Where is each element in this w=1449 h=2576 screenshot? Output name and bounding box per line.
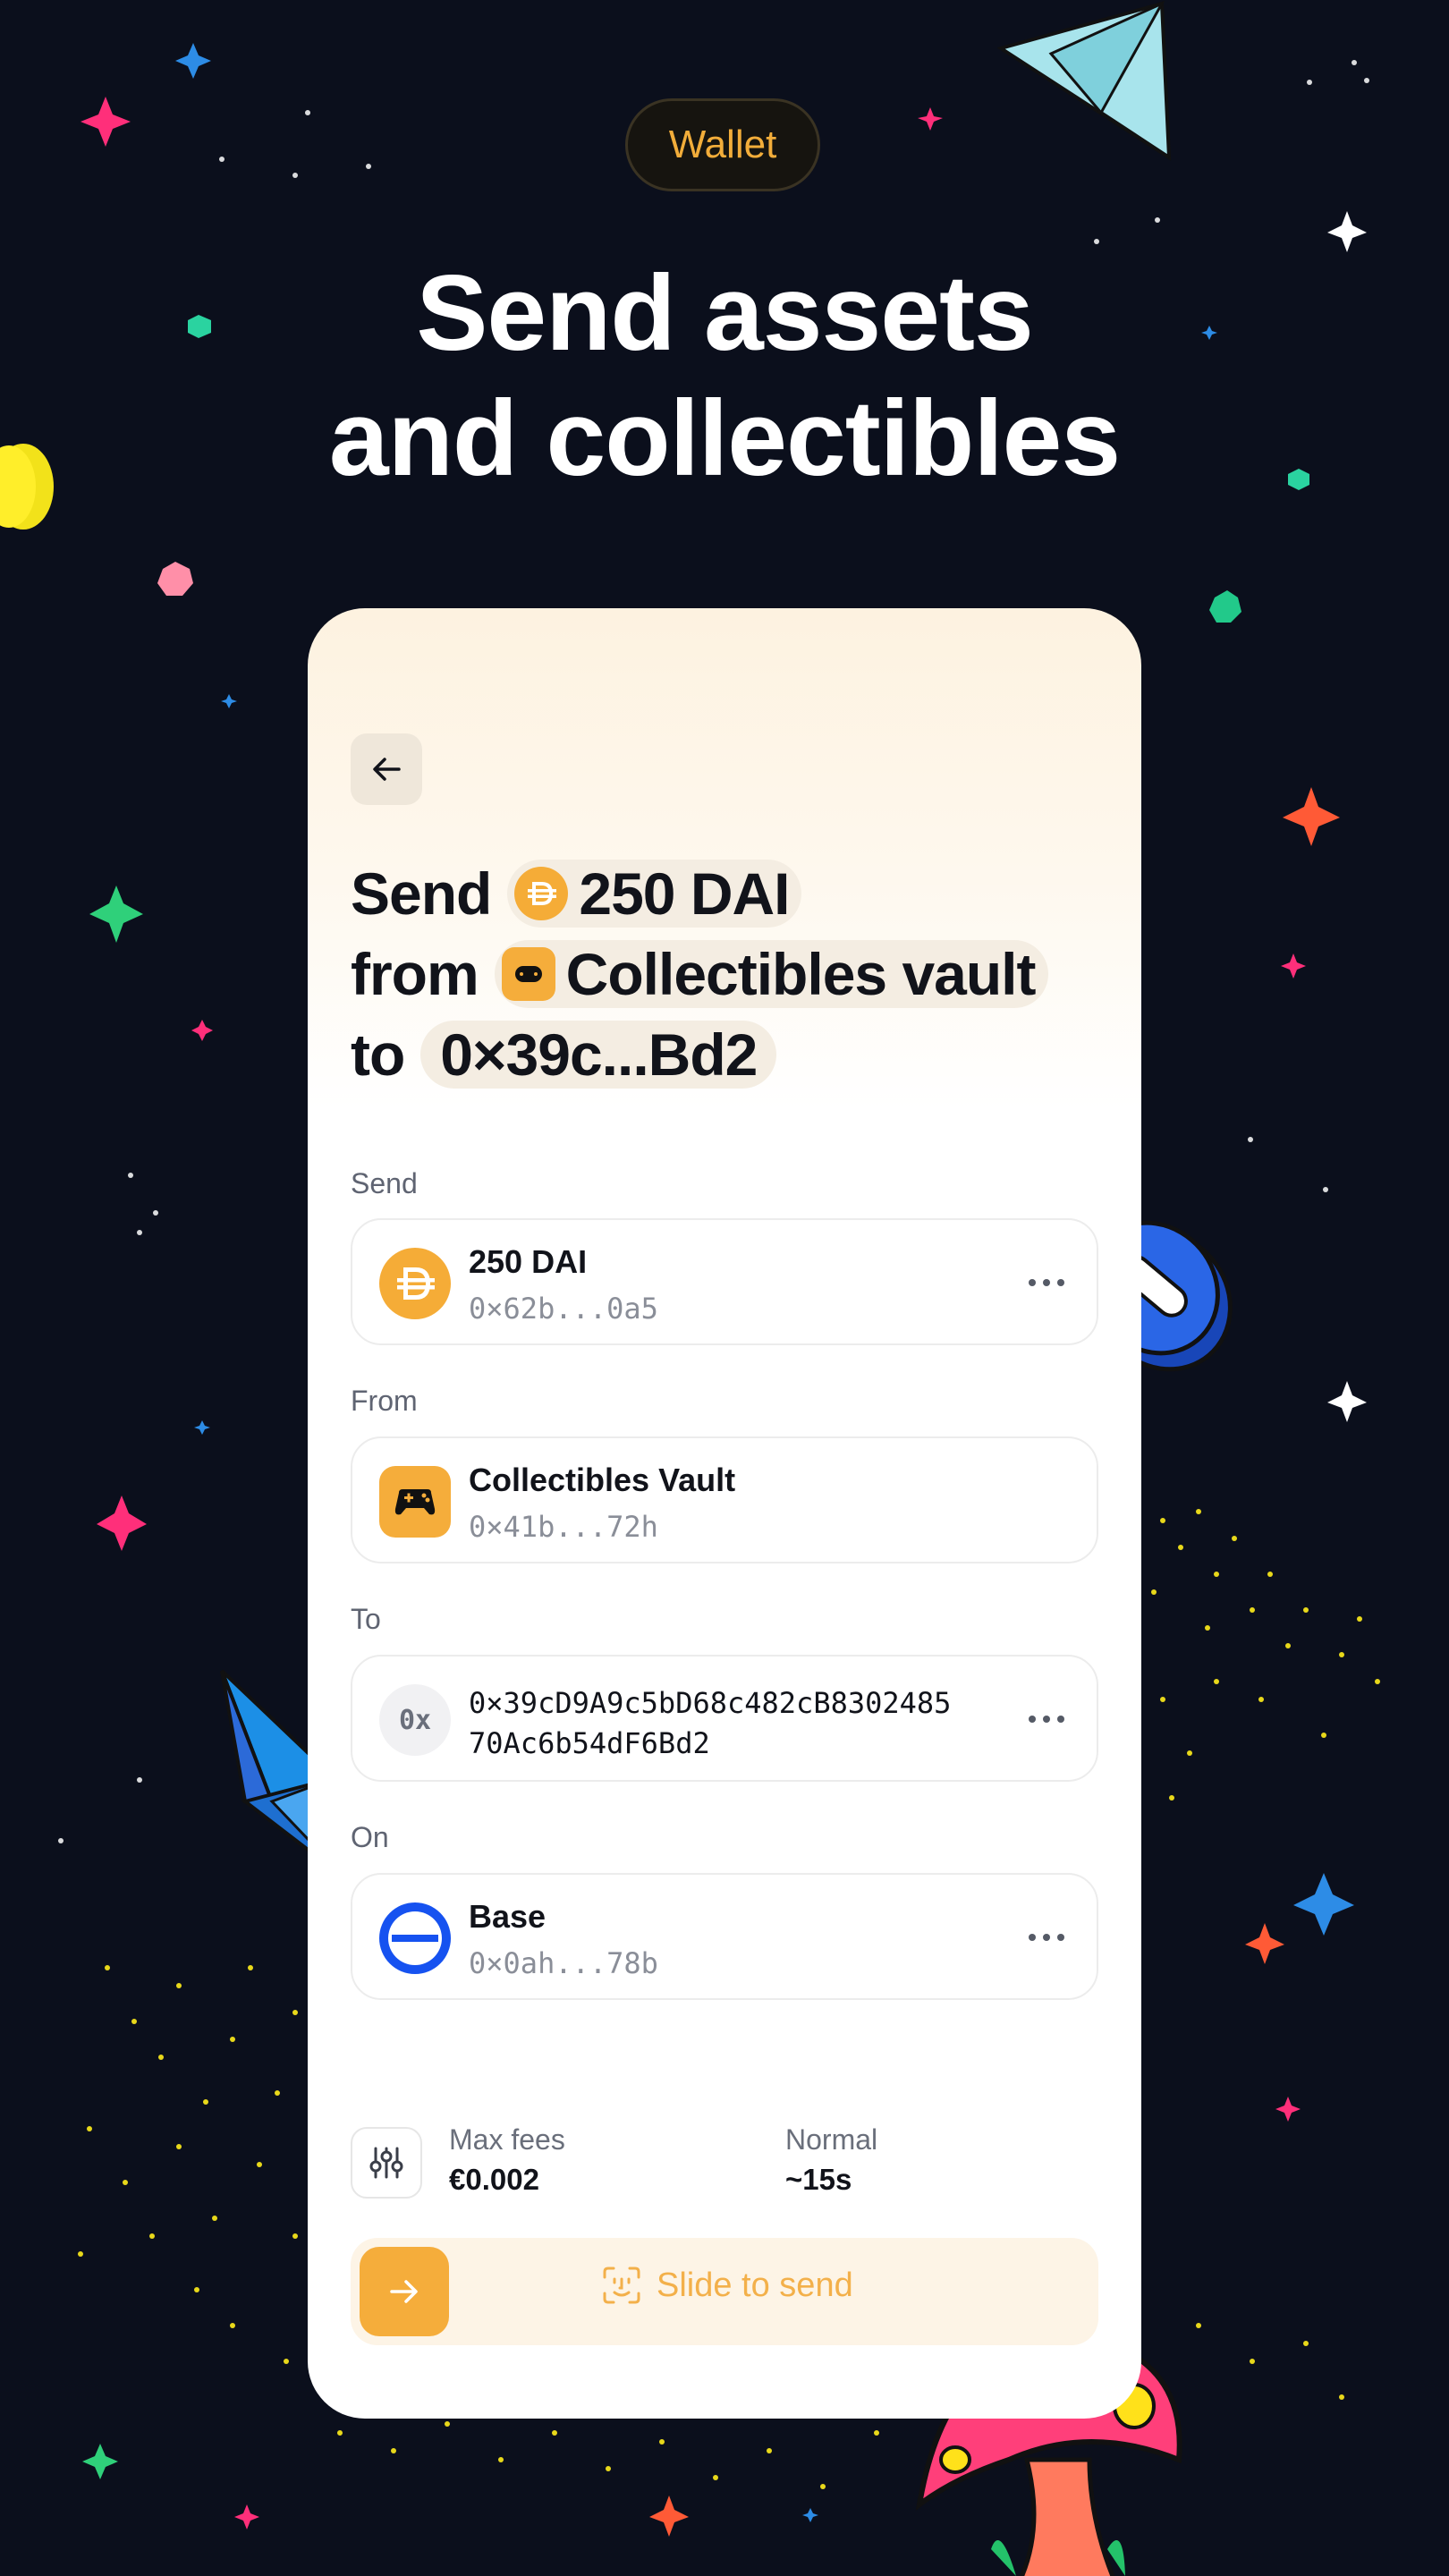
on-section-label: On — [351, 1821, 389, 1853]
to-section-label: To — [351, 1603, 381, 1635]
summary-to-word: to — [351, 1021, 405, 1088]
send-asset-row[interactable]: 250 DAI 0×62b...0a5 — [351, 1218, 1098, 1345]
to-address-line-1: 0×39cD9A9c5bD68c482cB8302485 — [469, 1686, 952, 1720]
from-section-label: From — [351, 1385, 418, 1417]
to-address-row[interactable]: 0x 0×39cD9A9c5bD68c482cB8302485 70Ac6b54… — [351, 1655, 1098, 1782]
send-screen-card: Send 250 DAI from Collectibles vault to … — [308, 608, 1141, 2419]
transfer-summary: Send 250 DAI from Collectibles vault to … — [351, 853, 1120, 1095]
sliders-icon — [369, 2147, 403, 2179]
max-fees-label: Max fees — [449, 2123, 565, 2156]
dai-icon — [514, 867, 569, 920]
network-address: 0×0ah...78b — [469, 1946, 658, 1980]
headline-line-1: Send assets — [416, 253, 1033, 373]
to-address-line-2: 70Ac6b54dF6Bd2 — [469, 1726, 710, 1760]
from-vault-name: Collectibles Vault — [469, 1462, 736, 1498]
from-vault-address: 0×41b...72h — [469, 1510, 658, 1544]
face-id-icon — [603, 2267, 640, 2304]
headline-line-2: and collectibles — [328, 378, 1121, 498]
address-avatar: 0x — [379, 1684, 451, 1756]
slide-to-send-label-group: Slide to send — [601, 2265, 853, 2306]
network-name: Base — [469, 1898, 547, 1935]
back-button[interactable] — [351, 733, 422, 805]
fee-settings-button[interactable] — [351, 2127, 422, 2199]
slide-to-send-label: Slide to send — [657, 2266, 853, 2304]
amount-chip-text: 250 DAI — [579, 860, 790, 927]
base-network-icon — [379, 1902, 451, 1974]
arrow-left-icon — [373, 758, 401, 781]
max-fees-value: €0.002 — [449, 2163, 539, 2196]
from-vault-row[interactable]: Collectibles Vault 0×41b...72h — [351, 1436, 1098, 1563]
vault-chip-text: Collectibles vault — [565, 941, 1037, 1007]
slide-handle[interactable] — [360, 2247, 449, 2336]
gamepad-icon — [501, 947, 555, 1001]
summary-from-word: from — [351, 941, 479, 1007]
amount-chip: 250 DAI — [507, 860, 802, 928]
address-chip: 0×39c...Bd2 — [420, 1021, 777, 1089]
to-more-icon[interactable] — [1029, 1708, 1064, 1730]
network-more-icon[interactable] — [1029, 1927, 1064, 1948]
paper-plane-decoration — [997, 0, 1172, 161]
send-asset-amount: 250 DAI — [469, 1243, 588, 1280]
speed-value: ~15s — [785, 2163, 852, 2196]
vault-chip: Collectibles vault — [494, 940, 1048, 1008]
network-row[interactable]: Base 0×0ah...78b — [351, 1873, 1098, 2000]
page-headline: Send assets and collectibles — [0, 250, 1449, 501]
gamepad-icon — [379, 1466, 451, 1538]
to-full-address: 0×39cD9A9c5bD68c482cB8302485 70Ac6b54dF6… — [469, 1683, 1005, 1764]
arrow-right-icon — [390, 2280, 418, 2303]
send-section-label: Send — [351, 1167, 418, 1199]
slide-to-send[interactable]: Slide to send — [351, 2238, 1098, 2345]
speed-label: Normal — [785, 2123, 878, 2156]
send-asset-address: 0×62b...0a5 — [469, 1292, 658, 1326]
dai-icon — [379, 1248, 451, 1319]
summary-send-word: Send — [351, 860, 492, 927]
send-more-icon[interactable] — [1029, 1272, 1064, 1293]
address-avatar-text: 0x — [398, 1704, 432, 1736]
wallet-pill-label: Wallet — [625, 98, 820, 191]
